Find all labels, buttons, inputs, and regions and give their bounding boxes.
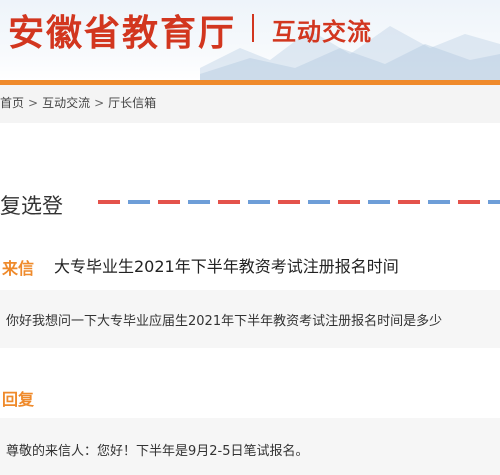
site-title[interactable]: 安徽省教育厅 [8, 4, 236, 56]
letter-subject: 大专毕业生2021年下半年教资考试注册报名时间 [54, 257, 399, 276]
section-title[interactable]: 互动交流 [272, 12, 372, 47]
letter-body-text: 你好我想问一下大专毕业应届生2021年下半年教资考试注册报名时间是多少 [6, 314, 443, 329]
breadcrumb-item-interaction[interactable]: 互动交流 [42, 85, 90, 121]
letter-body-box: 你好我想问一下大专毕业应届生2021年下半年教资考试注册报名时间是多少 [0, 290, 500, 348]
breadcrumb-item-home[interactable]: 首页 [0, 85, 24, 121]
reply-body-text: 尊敬的来信人：您好！下半年是9月2-5日笔试报名。 [6, 444, 309, 459]
reply-label: 回复 [2, 390, 35, 409]
breadcrumb-separator: > [94, 96, 105, 110]
title-divider [252, 14, 254, 42]
reply-body-box: 尊敬的来信人：您好！下半年是9月2-5日笔试报名。 [0, 418, 500, 475]
breadcrumb-item-mailbox[interactable]: 厅长信箱 [108, 85, 156, 121]
breadcrumb: 首页 > 互动交流 > 厅长信箱 [0, 85, 500, 123]
breadcrumb-separator: > [28, 96, 39, 110]
letter-label: 来信 [2, 259, 35, 278]
airmail-border-decoration [98, 200, 500, 204]
page-heading: 复选登 [0, 194, 63, 218]
site-header: 安徽省教育厅 互动交流 [0, 0, 500, 80]
